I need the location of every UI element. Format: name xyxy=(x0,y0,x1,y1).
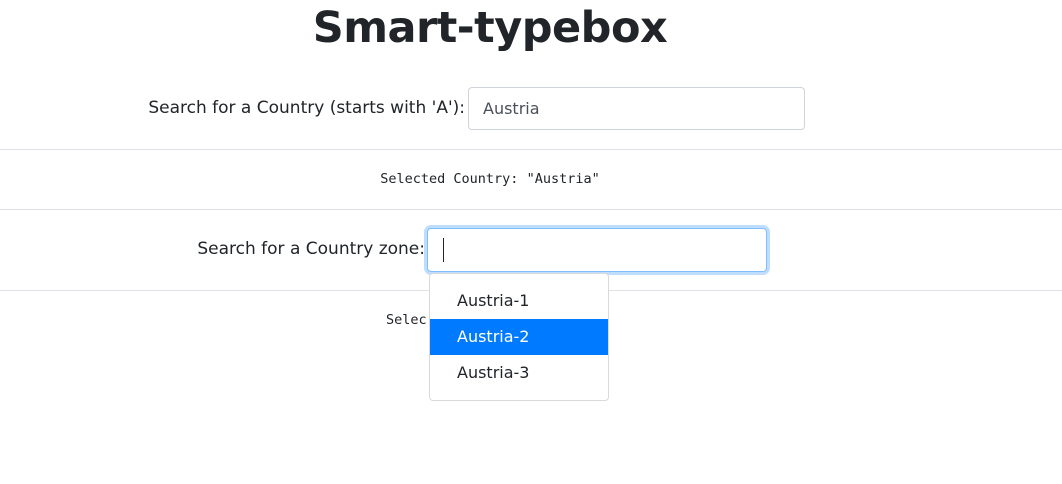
country-search-label: Search for a Country (starts with 'A'): xyxy=(148,98,465,118)
dropdown-item-austria-2[interactable]: Austria-2 xyxy=(430,319,608,355)
text-cursor xyxy=(443,238,444,262)
page-title: Smart-typebox xyxy=(312,3,668,53)
dropdown-item-austria-1[interactable]: Austria-1 xyxy=(430,283,608,319)
zone-search-label: Search for a Country zone: xyxy=(197,239,425,259)
selected-zone-text: Selec xyxy=(386,312,427,328)
divider xyxy=(0,149,1062,150)
page: Smart-typebox Search for a Country (star… xyxy=(0,0,1062,484)
zone-suggestions-dropdown: Austria-1 Austria-2 Austria-3 xyxy=(429,273,609,401)
selected-country-text: Selected Country: "Austria" xyxy=(380,171,600,187)
divider xyxy=(0,209,1062,210)
dropdown-item-austria-3[interactable]: Austria-3 xyxy=(430,355,608,391)
country-search-input[interactable] xyxy=(468,87,805,130)
zone-search-input[interactable] xyxy=(427,228,767,272)
